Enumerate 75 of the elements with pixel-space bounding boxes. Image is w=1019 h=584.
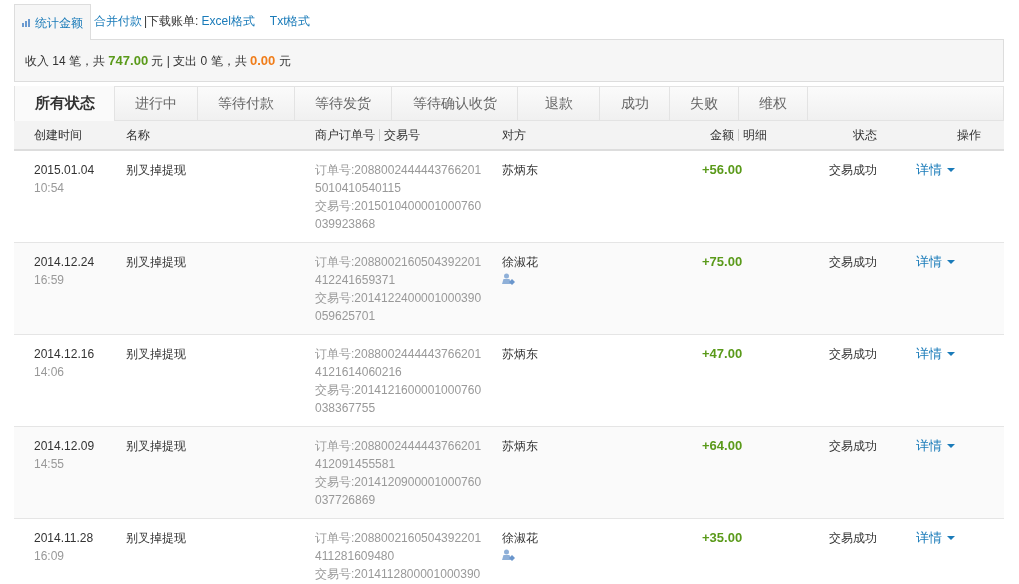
status-tab[interactable]: 成功 bbox=[600, 87, 670, 120]
status-tab[interactable]: 等待确认收货 bbox=[392, 87, 518, 120]
label: |下载账单: bbox=[144, 13, 199, 30]
time-text: 16:59 bbox=[34, 272, 66, 289]
status-tab[interactable]: 所有状态 bbox=[15, 86, 115, 121]
party-name: 徐淑花 bbox=[502, 254, 539, 271]
name-cell-text: 别叉掉提现 bbox=[126, 346, 187, 363]
caret-icon bbox=[947, 444, 955, 448]
time-text: 14:55 bbox=[34, 456, 66, 473]
caret-icon bbox=[947, 168, 955, 172]
status-text: 交易成功 bbox=[828, 162, 877, 179]
date-text: 2014.12.24 bbox=[34, 254, 96, 271]
trade-number: 交易号:2014112800001000390 bbox=[315, 566, 482, 583]
status-text: 交易成功 bbox=[828, 438, 877, 455]
status-tab[interactable]: 进行中 bbox=[115, 87, 198, 120]
trade-number: 交易号:2014122400001000390059625701 bbox=[315, 290, 483, 325]
party-name: 苏炳东 bbox=[502, 438, 539, 455]
time-text: 16:09 bbox=[34, 548, 66, 565]
trade-number: 交易号:2015010400001000760039923868 bbox=[315, 198, 483, 233]
order-number: 订单号:2088002444443766201412091455581 bbox=[315, 438, 483, 473]
order-number: 订单号:2088002160504392201411281609480 bbox=[315, 530, 483, 565]
time-text: 14:06 bbox=[34, 364, 66, 381]
amount-text: +64.00 bbox=[702, 437, 743, 455]
date-text: 2015.01.04 bbox=[34, 162, 96, 179]
amount-text: +75.00 bbox=[702, 253, 743, 271]
column-header: 创建时间 bbox=[33, 127, 83, 144]
status-tab[interactable]: 等待付款 bbox=[198, 87, 295, 120]
date-text: 2014.11.28 bbox=[34, 530, 95, 547]
amount-text: +35.00 bbox=[702, 529, 743, 547]
party-name: 徐淑花 bbox=[502, 530, 539, 547]
order-number: 订单号:2088002160504392201412241659371 bbox=[315, 254, 483, 289]
details-link[interactable]: 详情 bbox=[916, 253, 955, 271]
link[interactable]: Excel格式 bbox=[201, 12, 255, 30]
bar-chart-icon bbox=[22, 18, 32, 27]
trade-number: 交易号:2014121600001000760038367755 bbox=[315, 382, 483, 417]
status-tab[interactable]: 维权 bbox=[739, 87, 808, 120]
status-tab[interactable]: 失败 bbox=[670, 87, 739, 120]
amount-text: +47.00 bbox=[702, 345, 743, 363]
date-text: 2014.12.09 bbox=[34, 438, 96, 455]
column-header: 对方 bbox=[502, 127, 527, 144]
column-header: 交易号 bbox=[384, 127, 420, 144]
name-cell-text: 别叉掉提现 bbox=[126, 530, 187, 547]
summary-text: 收入 14 笔，共 747.00 元 | 支出 0 笔，共 0.00 元 bbox=[25, 51, 291, 70]
caret-icon bbox=[947, 536, 955, 540]
details-link[interactable]: 详情 bbox=[916, 529, 955, 547]
column-header: 名称 bbox=[126, 127, 151, 144]
link[interactable]: Txt格式 bbox=[269, 12, 311, 30]
column-header: 商户订单号 bbox=[315, 127, 375, 144]
date-text: 2014.12.16 bbox=[34, 346, 96, 363]
caret-icon bbox=[947, 260, 955, 264]
trade-number: 交易号:2014120900001000760037726869 bbox=[315, 474, 483, 509]
time-text: 10:54 bbox=[34, 180, 66, 197]
column-header: 金额 bbox=[710, 127, 734, 144]
details-link[interactable]: 详情 bbox=[916, 437, 955, 455]
party-name: 苏炳东 bbox=[502, 162, 539, 179]
order-number: 订单号:20880024444437662015010410540115 bbox=[315, 162, 483, 197]
status-tab[interactable]: 退款 bbox=[518, 87, 600, 120]
link[interactable]: 合并付款 bbox=[94, 12, 142, 30]
column-header: 明细 bbox=[743, 127, 767, 144]
name-cell-text: 别叉掉提现 bbox=[126, 438, 187, 455]
column-header: 操作 bbox=[956, 127, 981, 144]
details-link[interactable]: 详情 bbox=[916, 161, 955, 179]
name-cell-text: 别叉掉提现 bbox=[126, 254, 187, 271]
column-header: 状态 bbox=[852, 127, 877, 144]
tab[interactable]: 统计金额 bbox=[14, 4, 91, 40]
status-text: 交易成功 bbox=[828, 346, 877, 363]
status-text: 交易成功 bbox=[828, 530, 877, 547]
details-link[interactable]: 详情 bbox=[916, 345, 955, 363]
caret-icon bbox=[947, 352, 955, 356]
amount-text: +56.00 bbox=[702, 161, 743, 179]
status-text: 交易成功 bbox=[828, 254, 877, 271]
status-tab[interactable]: 等待发货 bbox=[295, 87, 392, 120]
name-cell-text: 别叉掉提现 bbox=[126, 162, 187, 179]
order-number: 订单号:20880024444437662014121614060216 bbox=[315, 346, 483, 381]
party-name: 苏炳东 bbox=[502, 346, 539, 363]
